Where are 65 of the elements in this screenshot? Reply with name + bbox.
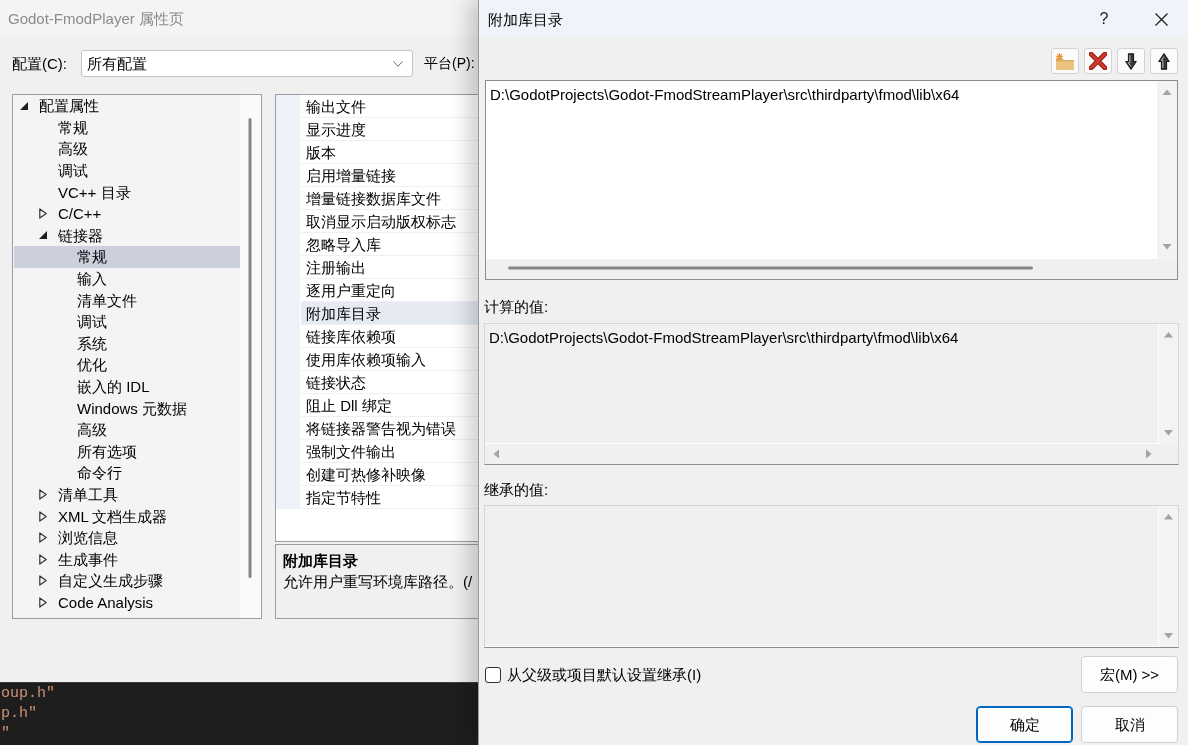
tree-item[interactable]: 调试 <box>58 310 111 333</box>
delete-icon <box>1089 52 1107 70</box>
tree-item[interactable]: XML 文档生成器 <box>39 505 172 527</box>
tree-item[interactable]: 常规 <box>39 116 92 139</box>
property-item[interactable]: 附加库目录 <box>301 302 478 325</box>
tree-item[interactable]: 配置属性 <box>20 95 103 117</box>
delete-button[interactable] <box>1084 48 1112 74</box>
description-text: 允许用户重写环境库路径。(/ <box>283 572 473 592</box>
macro-button[interactable]: 宏(M) >> <box>1081 656 1178 693</box>
move-up-button[interactable] <box>1150 48 1178 74</box>
computed-value-label: 计算的值: <box>484 297 549 316</box>
inherited-value-label: 继承的值: <box>484 480 549 499</box>
arrow-down-icon <box>1125 52 1137 70</box>
platform-label: 平台(P): <box>424 53 475 73</box>
configuration-label: 配置(C): <box>12 54 68 74</box>
inherited-value-field[interactable] <box>485 506 1159 647</box>
tree-item[interactable]: C/C++ <box>39 202 106 225</box>
tree-item[interactable]: VC++ 目录 <box>39 181 135 203</box>
tree-item[interactable]: 嵌入的 IDL <box>58 375 154 398</box>
tree-item[interactable]: 调试 <box>39 159 92 182</box>
vertical-scrollbar[interactable] <box>240 95 261 618</box>
collapsed-caret-icon[interactable] <box>39 596 47 608</box>
collapsed-caret-icon[interactable] <box>39 208 47 220</box>
collapsed-caret-icon[interactable] <box>39 532 47 544</box>
move-down-button[interactable] <box>1117 48 1145 74</box>
folder-icon <box>1055 52 1075 70</box>
tree-item[interactable]: 清单工具 <box>39 483 122 506</box>
collapsed-caret-icon[interactable] <box>39 553 47 565</box>
chevron-down-icon <box>393 60 403 67</box>
tree-item[interactable]: Windows 元数据 <box>58 397 192 419</box>
help-button[interactable]: ? <box>1084 0 1124 38</box>
dialog-title: 附加库目录 <box>488 9 563 30</box>
path-input-field[interactable]: D:\GodotProjects\Godot-FmodStreamPlayer\src\thirdparty\fmod\lib\x64 <box>486 81 1157 259</box>
tree-item[interactable]: 清单文件 <box>58 289 141 311</box>
tree-item[interactable]: 链接器 <box>39 224 107 247</box>
tree-item[interactable]: 命令行 <box>58 462 126 484</box>
inherit-checkbox[interactable] <box>485 666 501 683</box>
tree-item[interactable]: 常规 <box>14 246 240 268</box>
arrow-up-icon <box>1158 52 1170 70</box>
tree-item[interactable]: 生成事件 <box>39 548 122 571</box>
tree-item[interactable]: 优化 <box>58 354 111 376</box>
dialog-button[interactable]: 确定 <box>976 706 1073 743</box>
code-line: oup.h" <box>1 684 55 704</box>
expanded-caret-icon[interactable] <box>39 231 47 240</box>
tree-item[interactable]: 高级 <box>58 418 111 441</box>
code-line: p.h" <box>1 704 37 724</box>
inherit-label: 从父级或项目默认设置继承(I) <box>507 665 702 685</box>
tree-item[interactable]: 浏览信息 <box>39 526 122 549</box>
computed-value-field[interactable]: D:\GodotProjects\Godot-FmodStreamPlayer\src\thirdparty\fmod\lib\x64 <box>485 324 1159 444</box>
tree-item[interactable]: 自定义生成步骤 <box>39 570 167 592</box>
code-line: " <box>1 724 10 744</box>
dialog-button[interactable]: 取消 <box>1081 706 1178 743</box>
tree-item[interactable]: Code Analysis <box>39 591 158 614</box>
window-title: Godot-FmodPlayer 属性页 <box>8 8 184 29</box>
close-icon <box>1154 12 1168 26</box>
tree-item[interactable]: 输入 <box>58 267 111 290</box>
collapsed-caret-icon[interactable] <box>39 510 47 522</box>
tree-item[interactable]: 所有选项 <box>58 440 141 463</box>
tree-item[interactable]: 高级 <box>39 138 92 160</box>
collapsed-caret-icon[interactable] <box>39 575 47 587</box>
expanded-caret-icon[interactable] <box>20 101 28 110</box>
collapsed-caret-icon[interactable] <box>39 489 47 500</box>
tree-item[interactable]: 系统 <box>58 332 111 355</box>
description-title: 附加库目录 <box>283 551 358 571</box>
configuration-dropdown[interactable]: 所有配置 <box>81 50 413 77</box>
